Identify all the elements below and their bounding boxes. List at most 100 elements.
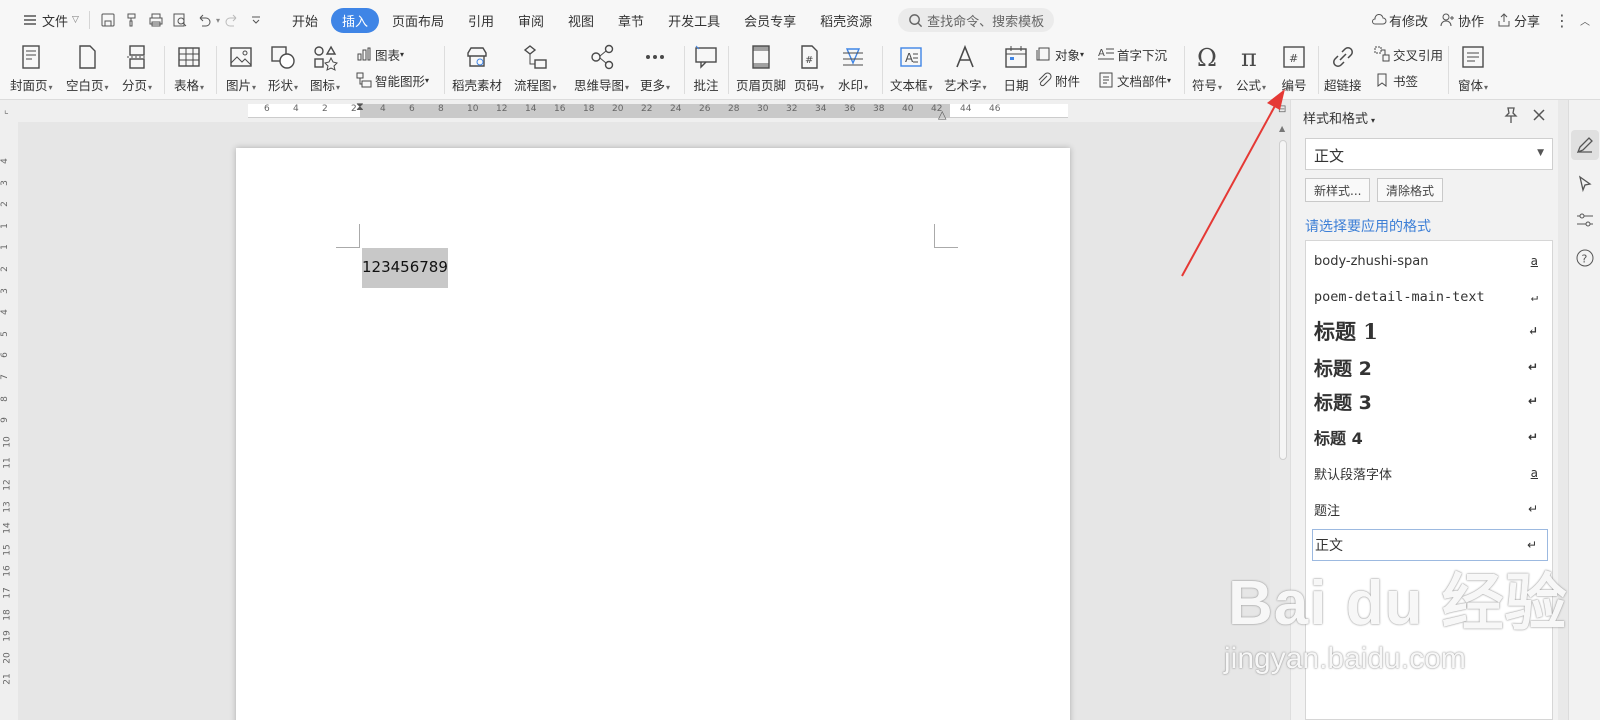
object-icon bbox=[1036, 47, 1050, 61]
textbox-label: 文本框 bbox=[890, 78, 928, 93]
print-icon[interactable] bbox=[148, 12, 164, 28]
selected-text[interactable]: 123456789 bbox=[362, 248, 448, 288]
char-style-icon: a bbox=[1530, 254, 1538, 268]
ruler-tick-label: 1 bbox=[0, 244, 10, 251]
indent-marker-icon[interactable]: ⧗ bbox=[356, 100, 364, 114]
help-icon[interactable]: ? bbox=[1575, 248, 1595, 268]
vertical-ruler[interactable]: 4 3 2 1 1 2 3 4 5 6 7 8 9 10 11 12 13 14 15 16 17 18 19 20 21 bbox=[0, 122, 18, 720]
pin-icon[interactable] bbox=[1502, 106, 1520, 124]
print-preview-icon[interactable] bbox=[172, 12, 188, 28]
crossref-button[interactable]: 交叉引用 bbox=[1374, 44, 1443, 64]
scrollbar-thumb[interactable] bbox=[1279, 140, 1287, 460]
new-style-button[interactable]: 新样式... bbox=[1305, 178, 1371, 202]
document-area[interactable]: 123456789 bbox=[18, 122, 1270, 720]
adjust-sliders-icon[interactable] bbox=[1575, 210, 1595, 230]
redo-icon[interactable] bbox=[224, 12, 240, 28]
form-button[interactable]: 窗体▾ bbox=[1458, 40, 1488, 100]
tab-page-layout[interactable]: 页面布局 bbox=[381, 8, 455, 33]
page-number-button[interactable]: # 页码▾ bbox=[794, 40, 824, 100]
style-item-caption[interactable]: 题注 ↵ bbox=[1312, 493, 1548, 525]
watermark-button[interactable]: 水印▾ bbox=[838, 40, 868, 100]
svg-text:#: # bbox=[1289, 52, 1298, 65]
clear-format-button[interactable]: 清除格式 bbox=[1377, 178, 1444, 202]
style-item-heading-4[interactable]: 标题 4 ↵ bbox=[1312, 421, 1548, 453]
close-icon[interactable] bbox=[1530, 106, 1548, 124]
undo-icon[interactable] bbox=[196, 12, 212, 28]
smartart-icon bbox=[356, 72, 372, 88]
document-page[interactable]: 123456789 bbox=[236, 148, 1070, 720]
textbox-button[interactable]: A 文本框▾ bbox=[890, 40, 933, 100]
tab-section[interactable]: 章节 bbox=[607, 8, 655, 33]
comment-button[interactable]: 批注 bbox=[692, 40, 720, 100]
tab-home[interactable]: 开始 bbox=[281, 8, 329, 33]
style-item-poem-detail-main-text[interactable]: poem-detail-main-text ↵ bbox=[1312, 281, 1548, 313]
command-search[interactable]: 查找命令、搜索模板 bbox=[898, 8, 1055, 32]
icon-button[interactable]: 图标▾ bbox=[310, 40, 340, 100]
ribbon-tabs: 开始 插入 页面布局 引用 审阅 视图 章节 开发工具 会员专享 稻壳资源 bbox=[280, 7, 884, 33]
watermark-brand: Bai du 经验 bbox=[1228, 569, 1568, 638]
dropcap-button[interactable]: A 首字下沉 bbox=[1098, 44, 1167, 64]
tab-stop-icon[interactable]: ⌞ bbox=[4, 105, 9, 116]
paragraph-style-icon: ↵ bbox=[1527, 502, 1538, 516]
docpart-button[interactable]: 文档部件 ▾ bbox=[1098, 70, 1171, 90]
customize-toolbar-icon[interactable] bbox=[248, 12, 264, 28]
formula-button[interactable]: π 公式▾ bbox=[1236, 40, 1266, 100]
svg-text:A: A bbox=[905, 51, 914, 65]
ruler-tick-label: 18 bbox=[2, 608, 13, 621]
tab-insert[interactable]: 插入 bbox=[330, 7, 379, 33]
more-options-icon[interactable]: ⋮ bbox=[1554, 11, 1570, 30]
tab-references[interactable]: 引用 bbox=[457, 8, 505, 33]
header-footer-button[interactable]: 页眉页脚 bbox=[736, 40, 786, 100]
style-item-heading-2[interactable]: 标题 2 ↵ bbox=[1312, 351, 1548, 383]
ruler-tick-label: 15 bbox=[2, 544, 13, 556]
split-view-icon[interactable]: ⊟ bbox=[1278, 104, 1286, 115]
style-item-heading-3[interactable]: 标题 3 ↵ bbox=[1312, 385, 1548, 417]
tab-docer[interactable]: 稻壳资源 bbox=[809, 8, 883, 33]
more-button[interactable]: 更多▾ bbox=[640, 40, 670, 100]
save-icon[interactable] bbox=[100, 12, 116, 28]
undo-dropdown-icon[interactable]: ▾ bbox=[216, 16, 220, 25]
ruler-tick-label: 7 bbox=[0, 374, 10, 380]
date-button[interactable]: 日期 bbox=[1002, 40, 1030, 100]
pane-title[interactable]: 样式和格式 ▾ bbox=[1303, 108, 1375, 127]
style-item-body-zhushi-span[interactable]: body-zhushi-span a bbox=[1312, 245, 1548, 277]
object-button[interactable]: 对象 ▾ bbox=[1036, 44, 1084, 64]
share-button[interactable]: 分享 bbox=[1496, 11, 1540, 30]
bookmark-button[interactable]: 书签 bbox=[1374, 70, 1418, 90]
tab-member[interactable]: 会员专享 bbox=[733, 8, 807, 33]
divider bbox=[882, 46, 883, 94]
scroll-up-icon[interactable]: ▲ bbox=[1279, 124, 1285, 133]
attachment-button[interactable]: 附件 bbox=[1036, 70, 1080, 90]
modified-button[interactable]: 有修改 bbox=[1371, 11, 1428, 30]
cover-page-button[interactable]: 封面页▾ bbox=[10, 40, 53, 100]
ruler-tick-label: 36 bbox=[844, 104, 856, 114]
mindmap-button[interactable]: 思维导图▾ bbox=[574, 40, 629, 100]
chart-button[interactable]: 图表 ▾ bbox=[356, 44, 404, 64]
collaborate-button[interactable]: 协作 bbox=[1440, 11, 1484, 30]
blank-page-button[interactable]: 空白页▾ bbox=[66, 40, 109, 100]
table-button[interactable]: 表格▾ bbox=[174, 40, 204, 100]
collapse-ribbon-icon[interactable]: ︿ bbox=[1580, 13, 1590, 28]
picture-button[interactable]: 图片▾ bbox=[226, 40, 256, 100]
docer-material-button[interactable]: 稻壳素材 bbox=[452, 40, 502, 100]
hyperlink-button[interactable]: 超链接 bbox=[1324, 40, 1362, 100]
horizontal-ruler[interactable]: 6 4 2 2 4 6 8 10 12 14 16 18 20 22 24 26 28 30 32 34 36 38 40 4… bbox=[0, 100, 1270, 122]
style-pane-toggle[interactable] bbox=[1571, 130, 1599, 160]
tab-developer[interactable]: 开发工具 bbox=[657, 8, 731, 33]
current-style-select[interactable]: 正文 ▼ bbox=[1305, 138, 1553, 170]
tab-review[interactable]: 审阅 bbox=[507, 8, 555, 33]
numbering-button[interactable]: # 编号 bbox=[1280, 40, 1308, 100]
select-cursor-icon[interactable] bbox=[1575, 174, 1595, 194]
right-indent-marker-icon[interactable]: △ bbox=[938, 108, 946, 121]
format-painter-icon[interactable] bbox=[124, 12, 140, 28]
shape-button[interactable]: 形状▾ bbox=[268, 40, 298, 100]
symbol-button[interactable]: Ω 符号▾ bbox=[1192, 40, 1222, 100]
page-break-button[interactable]: 分页▾ bbox=[122, 40, 152, 100]
flowchart-button[interactable]: 流程图▾ bbox=[514, 40, 557, 100]
file-menu[interactable]: 文件 ▽ bbox=[14, 8, 83, 32]
wordart-button[interactable]: 艺术字▾ bbox=[944, 40, 987, 100]
style-item-default-paragraph-font[interactable]: 默认段落字体 a bbox=[1312, 457, 1548, 489]
style-item-heading-1[interactable]: 标题 1 ↵ bbox=[1312, 315, 1548, 347]
tab-view[interactable]: 视图 bbox=[557, 8, 605, 33]
smartart-button[interactable]: 智能图形 ▾ bbox=[356, 70, 429, 90]
